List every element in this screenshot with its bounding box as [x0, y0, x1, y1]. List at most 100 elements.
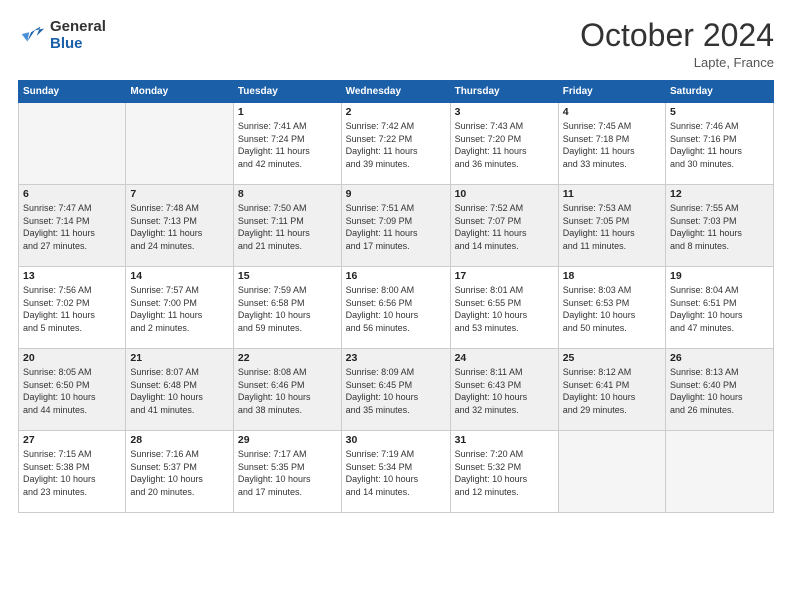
day-detail: Sunrise: 7:43 AM Sunset: 7:20 PM Dayligh…: [455, 120, 554, 170]
day-number: 7: [130, 188, 229, 200]
col-monday: Monday: [126, 81, 234, 103]
day-number: 30: [346, 434, 446, 446]
col-wednesday: Wednesday: [341, 81, 450, 103]
col-thursday: Thursday: [450, 81, 558, 103]
table-row: 10Sunrise: 7:52 AM Sunset: 7:07 PM Dayli…: [450, 185, 558, 267]
table-row: 15 Sunrise: 7:59 AM Sunset: 6:58 PM Dayli…: [233, 267, 341, 349]
day-detail: Sunrise: 7:15 AM Sunset: 5:38 PM Dayligh…: [23, 448, 121, 498]
day-detail: Sunrise: 8:12 AM Sunset: 6:41 PM Dayligh…: [563, 366, 661, 416]
day-detail: Sunrise: 8:01 AM Sunset: 6:55 PM Dayligh…: [455, 284, 554, 334]
day-number: 19: [670, 270, 769, 282]
day-number: 4: [563, 106, 661, 118]
day-detail: Sunrise: 8:09 AM Sunset: 6:45 PM Dayligh…: [346, 366, 446, 416]
table-row: 17 Sunrise: 8:01 AM Sunset: 6:55 PM Dayli…: [450, 267, 558, 349]
calendar-row: 1 Sunrise: 7:41 AM Sunset: 7:24 PM Daylig…: [19, 103, 774, 185]
table-row: 21Sunrise: 8:07 AM Sunset: 6:48 PM Dayli…: [126, 349, 234, 431]
day-detail: Sunrise: 8:00 AM Sunset: 6:56 PM Dayligh…: [346, 284, 446, 334]
day-number: 1: [238, 106, 337, 118]
day-detail: Sunrise: 7:47 AM Sunset: 7:14 PM Dayligh…: [23, 202, 121, 252]
col-tuesday: Tuesday: [233, 81, 341, 103]
table-row: 7 Sunrise: 7:48 AM Sunset: 7:13 PM Daylig…: [126, 185, 234, 267]
day-number: 26: [670, 352, 769, 364]
table-row: 16 Sunrise: 8:00 AM Sunset: 6:56 PM Dayli…: [341, 267, 450, 349]
calendar-row: 27 Sunrise: 7:15 AM Sunset: 5:38 PM Dayli…: [19, 431, 774, 513]
col-friday: Friday: [558, 81, 665, 103]
day-detail: Sunrise: 7:16 AM Sunset: 5:37 PM Dayligh…: [130, 448, 229, 498]
day-number: 27: [23, 434, 121, 446]
day-detail: Sunrise: 7:17 AM Sunset: 5:35 PM Dayligh…: [238, 448, 337, 498]
calendar-row: 6Sunrise: 7:47 AM Sunset: 7:14 PM Daylig…: [19, 185, 774, 267]
day-detail: Sunrise: 8:05 AM Sunset: 6:50 PM Dayligh…: [23, 366, 121, 416]
day-detail: Sunrise: 8:13 AM Sunset: 6:40 PM Dayligh…: [670, 366, 769, 416]
day-number: 15: [238, 270, 337, 282]
table-row: 1 Sunrise: 7:41 AM Sunset: 7:24 PM Daylig…: [233, 103, 341, 185]
page: General Blue October 2024 Lapte, France …: [0, 0, 792, 612]
day-detail: Sunrise: 7:56 AM Sunset: 7:02 PM Dayligh…: [23, 284, 121, 334]
table-row: 9Sunrise: 7:51 AM Sunset: 7:09 PM Daylig…: [341, 185, 450, 267]
table-row: 23 Sunrise: 8:09 AM Sunset: 6:45 PM Dayli…: [341, 349, 450, 431]
day-number: 28: [130, 434, 229, 446]
table-row: [666, 431, 774, 513]
day-detail: Sunrise: 8:08 AM Sunset: 6:46 PM Dayligh…: [238, 366, 337, 416]
table-row: 18 Sunrise: 8:03 AM Sunset: 6:53 PM Dayli…: [558, 267, 665, 349]
day-number: 25: [563, 352, 661, 364]
table-row: 4 Sunrise: 7:45 AM Sunset: 7:18 PM Daylig…: [558, 103, 665, 185]
day-number: 3: [455, 106, 554, 118]
table-row: 8 Sunrise: 7:50 AM Sunset: 7:11 PM Daylig…: [233, 185, 341, 267]
day-detail: Sunrise: 7:59 AM Sunset: 6:58 PM Dayligh…: [238, 284, 337, 334]
table-row: 29Sunrise: 7:17 AM Sunset: 5:35 PM Dayli…: [233, 431, 341, 513]
day-detail: Sunrise: 7:41 AM Sunset: 7:24 PM Dayligh…: [238, 120, 337, 170]
table-row: 28 Sunrise: 7:16 AM Sunset: 5:37 PM Dayli…: [126, 431, 234, 513]
day-detail: Sunrise: 7:46 AM Sunset: 7:16 PM Dayligh…: [670, 120, 769, 170]
day-number: 17: [455, 270, 554, 282]
day-number: 13: [23, 270, 121, 282]
logo-text: General Blue: [50, 18, 106, 52]
day-detail: Sunrise: 7:19 AM Sunset: 5:34 PM Dayligh…: [346, 448, 446, 498]
table-row: 13 Sunrise: 7:56 AM Sunset: 7:02 PM Dayli…: [19, 267, 126, 349]
day-number: 22: [238, 352, 337, 364]
day-number: 11: [563, 188, 661, 200]
table-row: 2Sunrise: 7:42 AM Sunset: 7:22 PM Daylig…: [341, 103, 450, 185]
table-row: 14 Sunrise: 7:57 AM Sunset: 7:00 PM Dayli…: [126, 267, 234, 349]
table-row: 31 Sunrise: 7:20 AM Sunset: 5:32 PM Dayli…: [450, 431, 558, 513]
table-row: 20 Sunrise: 8:05 AM Sunset: 6:50 PM Dayli…: [19, 349, 126, 431]
header: General Blue October 2024 Lapte, France: [18, 18, 774, 70]
day-detail: Sunrise: 7:55 AM Sunset: 7:03 PM Dayligh…: [670, 202, 769, 252]
day-number: 14: [130, 270, 229, 282]
day-detail: Sunrise: 7:45 AM Sunset: 7:18 PM Dayligh…: [563, 120, 661, 170]
day-number: 20: [23, 352, 121, 364]
day-detail: Sunrise: 7:50 AM Sunset: 7:11 PM Dayligh…: [238, 202, 337, 252]
day-detail: Sunrise: 7:48 AM Sunset: 7:13 PM Dayligh…: [130, 202, 229, 252]
location: Lapte, France: [580, 55, 774, 70]
day-detail: Sunrise: 7:20 AM Sunset: 5:32 PM Dayligh…: [455, 448, 554, 498]
day-detail: Sunrise: 7:57 AM Sunset: 7:00 PM Dayligh…: [130, 284, 229, 334]
calendar-table: Sunday Monday Tuesday Wednesday Thursday…: [18, 80, 774, 513]
day-number: 24: [455, 352, 554, 364]
calendar-row: 13 Sunrise: 7:56 AM Sunset: 7:02 PM Dayli…: [19, 267, 774, 349]
title-block: October 2024 Lapte, France: [580, 18, 774, 70]
table-row: 27 Sunrise: 7:15 AM Sunset: 5:38 PM Dayli…: [19, 431, 126, 513]
day-number: 8: [238, 188, 337, 200]
month-title: October 2024: [580, 18, 774, 53]
table-row: 3 Sunrise: 7:43 AM Sunset: 7:20 PM Daylig…: [450, 103, 558, 185]
table-row: [126, 103, 234, 185]
table-row: 19Sunrise: 8:04 AM Sunset: 6:51 PM Dayli…: [666, 267, 774, 349]
day-detail: Sunrise: 7:52 AM Sunset: 7:07 PM Dayligh…: [455, 202, 554, 252]
table-row: 12Sunrise: 7:55 AM Sunset: 7:03 PM Dayli…: [666, 185, 774, 267]
table-row: 22 Sunrise: 8:08 AM Sunset: 6:46 PM Dayli…: [233, 349, 341, 431]
day-detail: Sunrise: 7:53 AM Sunset: 7:05 PM Dayligh…: [563, 202, 661, 252]
table-row: [558, 431, 665, 513]
logo: General Blue: [18, 18, 106, 52]
table-row: 30 Sunrise: 7:19 AM Sunset: 5:34 PM Dayli…: [341, 431, 450, 513]
col-saturday: Saturday: [666, 81, 774, 103]
day-detail: Sunrise: 8:03 AM Sunset: 6:53 PM Dayligh…: [563, 284, 661, 334]
day-number: 16: [346, 270, 446, 282]
day-detail: Sunrise: 7:51 AM Sunset: 7:09 PM Dayligh…: [346, 202, 446, 252]
day-number: 31: [455, 434, 554, 446]
day-detail: Sunrise: 8:11 AM Sunset: 6:43 PM Dayligh…: [455, 366, 554, 416]
day-number: 23: [346, 352, 446, 364]
table-row: 5Sunrise: 7:46 AM Sunset: 7:16 PM Daylig…: [666, 103, 774, 185]
day-number: 18: [563, 270, 661, 282]
col-sunday: Sunday: [19, 81, 126, 103]
table-row: 25 Sunrise: 8:12 AM Sunset: 6:41 PM Dayli…: [558, 349, 665, 431]
